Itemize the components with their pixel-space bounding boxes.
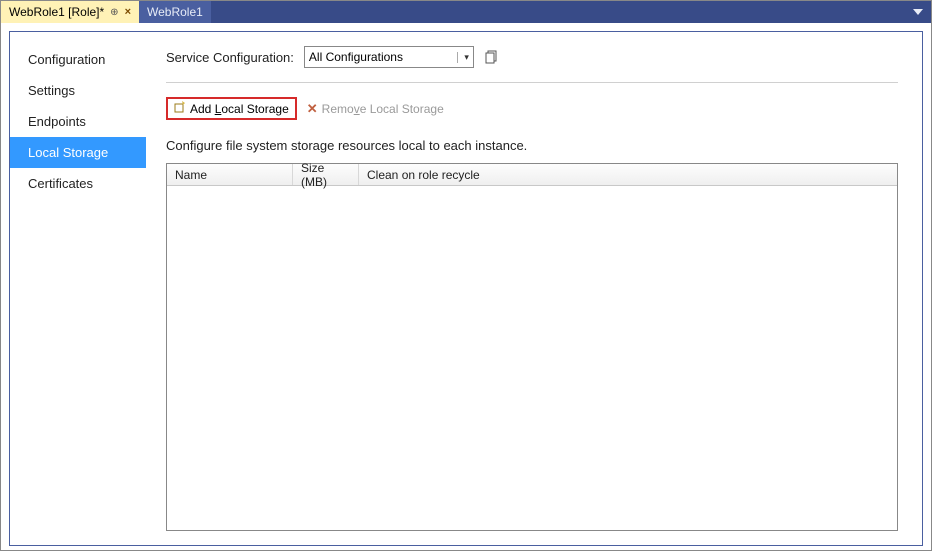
pin-icon[interactable]: ⊕: [110, 7, 118, 18]
main-panel: Service Configuration: All Configuration…: [146, 32, 922, 545]
content-frame: Configuration Settings Endpoints Local S…: [9, 31, 923, 546]
sidebar-item-label: Certificates: [28, 176, 93, 191]
tab-label: WebRole1: [147, 5, 203, 19]
add-local-storage-button[interactable]: Add Local Storage: [166, 97, 297, 120]
tab-bar: WebRole1 [Role]* ⊕ × WebRole1: [1, 1, 931, 23]
tabbar-dropdown[interactable]: [905, 1, 931, 23]
sidebar-item-label: Configuration: [28, 52, 105, 67]
tabbar-spacer: [211, 1, 905, 23]
grid-header: Name Size (MB) Clean on role recycle: [167, 164, 897, 186]
column-header-clean[interactable]: Clean on role recycle: [359, 164, 897, 185]
delete-icon: ✕: [307, 101, 318, 117]
remove-button-label: Remove Local Storage: [322, 102, 444, 116]
sidebar-item-certificates[interactable]: Certificates: [10, 168, 146, 199]
chevron-down-icon: ▾: [457, 52, 469, 63]
add-icon: [174, 101, 186, 116]
add-button-label: Add Local Storage: [190, 102, 289, 116]
column-label: Clean on role recycle: [367, 168, 480, 182]
sidebar-item-label: Settings: [28, 83, 75, 98]
column-header-size[interactable]: Size (MB): [293, 164, 359, 185]
sidebar: Configuration Settings Endpoints Local S…: [10, 32, 146, 545]
chevron-down-icon: [913, 9, 923, 15]
toolbar: Add Local Storage ✕ Remove Local Storage: [166, 97, 898, 120]
sidebar-item-settings[interactable]: Settings: [10, 75, 146, 106]
service-configuration-select[interactable]: All Configurations ▾: [304, 46, 474, 68]
tab-label: WebRole1 [Role]*: [9, 5, 104, 19]
column-header-name[interactable]: Name: [167, 164, 293, 185]
sidebar-item-local-storage[interactable]: Local Storage: [10, 137, 146, 168]
service-configuration-label: Service Configuration:: [166, 50, 294, 65]
sidebar-item-endpoints[interactable]: Endpoints: [10, 106, 146, 137]
manage-configurations-button[interactable]: [484, 49, 500, 65]
sidebar-item-label: Endpoints: [28, 114, 86, 129]
remove-local-storage-button: ✕ Remove Local Storage: [307, 101, 444, 117]
sidebar-item-configuration[interactable]: Configuration: [10, 44, 146, 75]
column-label: Name: [175, 168, 207, 182]
tab-webrole1-role[interactable]: WebRole1 [Role]* ⊕ ×: [1, 1, 139, 23]
tab-webrole1[interactable]: WebRole1: [139, 1, 211, 23]
column-label: Size (MB): [301, 161, 350, 189]
service-configuration-row: Service Configuration: All Configuration…: [166, 46, 898, 83]
select-value: All Configurations: [309, 50, 403, 64]
local-storage-grid[interactable]: Name Size (MB) Clean on role recycle: [166, 163, 898, 531]
sidebar-item-label: Local Storage: [28, 145, 108, 160]
close-icon[interactable]: ×: [125, 6, 131, 18]
copy-icon: [485, 50, 499, 64]
description-text: Configure file system storage resources …: [166, 138, 898, 153]
